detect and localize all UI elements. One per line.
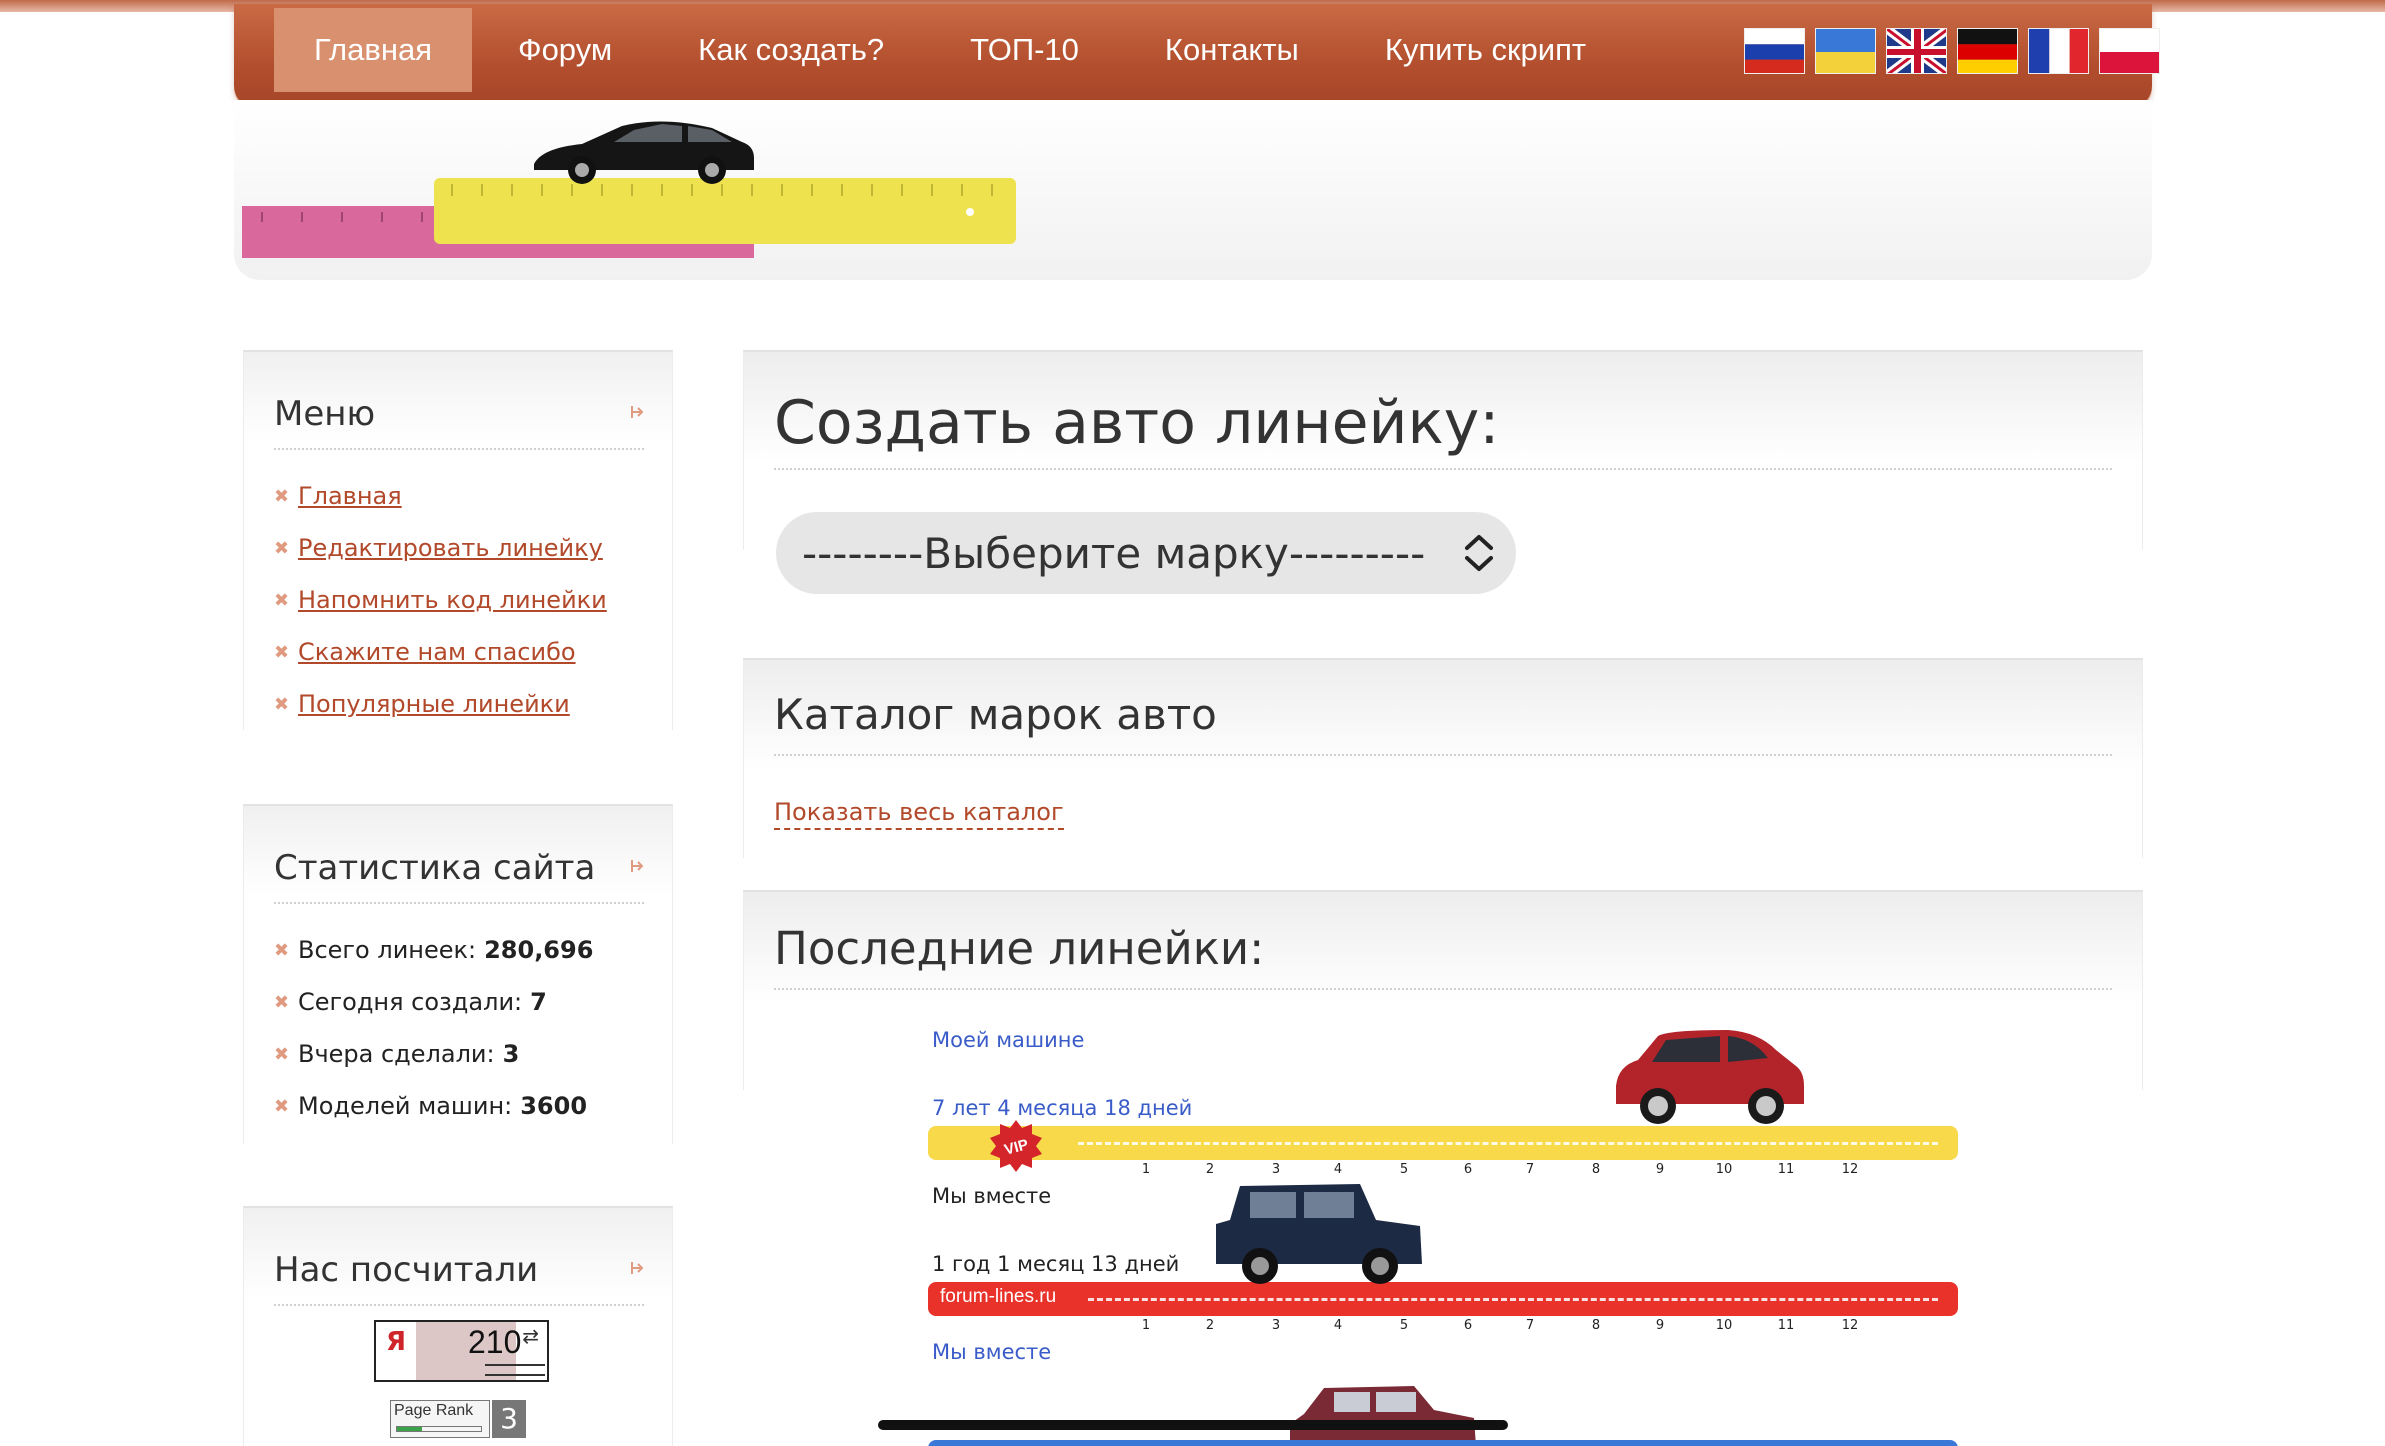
menu-item-popular: ✖ Популярные линейки xyxy=(274,678,607,730)
ruler-bar xyxy=(928,1440,1958,1446)
create-ruler-block: Создать авто линейку: --------Выберите м… xyxy=(743,350,2143,594)
ruler-entry[interactable]: Моей машине 7 лет 4 месяца 18 дней VIP 1… xyxy=(928,1028,1960,1188)
russia-flag-icon[interactable] xyxy=(1744,28,1805,74)
bullet-icon: ✖ xyxy=(274,485,290,507)
bullet-icon: ✖ xyxy=(274,939,290,961)
latest-title-divider xyxy=(774,988,2112,990)
stat-yesterday-value: 3 xyxy=(502,1040,520,1068)
dark-jeep-image xyxy=(1216,1184,1422,1284)
refresh-icon: ⇄ xyxy=(522,1324,539,1348)
red-suv-image xyxy=(1616,1030,1804,1124)
stats-list: ✖ Всего линеек: 280,696 ✖ Сегодня создали: 7… xyxy=(274,924,593,1132)
site-logo[interactable] xyxy=(242,108,1022,268)
corner-arrow-icon xyxy=(631,1262,644,1274)
menu-item-edit: ✖ Редактировать линейку xyxy=(274,522,607,574)
ukraine-flag-icon[interactable] xyxy=(1815,28,1876,74)
counters-title: Нас посчитали xyxy=(274,1250,539,1290)
yandex-logo: Я xyxy=(376,1322,416,1380)
menu-link-home[interactable]: Главная xyxy=(298,482,402,510)
ruler-time: 1 год 1 месяц 13 дней xyxy=(932,1252,1180,1276)
stat-total: ✖ Всего линеек: 280,696 xyxy=(274,936,594,964)
pagerank-meter xyxy=(396,1426,482,1432)
menu-item-home: ✖ Главная xyxy=(274,470,607,522)
ruler-name: Мы вместе xyxy=(932,1340,1052,1364)
bullet-icon: ✖ xyxy=(274,641,290,663)
yandex-counter-value: 210 xyxy=(468,1324,522,1360)
main-nav: Главная Форум Как создать? ТОП-10 Контак… xyxy=(234,4,2160,108)
nav-item-top10[interactable]: ТОП-10 xyxy=(930,8,1119,92)
ruler-bar: forum-lines.ru xyxy=(928,1282,1958,1316)
menu-link-say-thanks[interactable]: Скажите нам спасибо xyxy=(298,638,576,666)
nav-item-forum[interactable]: Форум xyxy=(478,8,652,92)
bullet-icon: ✖ xyxy=(274,1043,290,1065)
show-catalog-link[interactable]: Показать весь каталог xyxy=(774,798,1064,830)
catalog-title: Каталог марок авто xyxy=(774,690,1217,739)
home-indicator[interactable] xyxy=(878,1420,1508,1430)
menu-block: Меню ✖ Главная ✖ Редактировать линейку ✖ На… xyxy=(243,350,673,730)
nav-item-how-to[interactable]: Как создать? xyxy=(658,8,924,92)
create-title-divider xyxy=(774,468,2112,470)
ruler-time: 7 лет 4 месяца 18 дней xyxy=(932,1096,1193,1120)
menu-link-edit-ruler[interactable]: Редактировать линейку xyxy=(298,534,603,562)
bullet-icon: ✖ xyxy=(274,991,290,1013)
stat-today-value: 7 xyxy=(530,988,547,1016)
select-updown-icon xyxy=(1465,535,1493,571)
counter-lines xyxy=(485,1364,545,1376)
ruler-entry[interactable]: Мы вместе 1 год 1 месяц 13 дней forum-li… xyxy=(928,1184,1960,1344)
uk-flag-icon[interactable] xyxy=(1886,28,1947,74)
menu-title-divider xyxy=(274,448,644,450)
language-flags xyxy=(1744,28,2160,74)
corner-arrow-icon xyxy=(631,860,644,872)
stats-block: Статистика сайта ✖ Всего линеек: 280,696 ✖… xyxy=(243,804,673,1144)
menu-list: ✖ Главная ✖ Редактировать линейку ✖ Напомни… xyxy=(274,470,607,730)
bullet-icon: ✖ xyxy=(274,589,290,611)
ruler-name: Мы вместе xyxy=(932,1184,1052,1208)
menu-item-thanks: ✖ Скажите нам спасибо xyxy=(274,626,607,678)
yandex-counter[interactable]: Я 210 ⇄ xyxy=(374,1320,549,1382)
latest-title: Последние линейки: xyxy=(774,922,1265,975)
corner-arrow-icon xyxy=(631,406,644,418)
poland-flag-icon[interactable] xyxy=(2099,28,2160,74)
nav-item-home[interactable]: Главная xyxy=(274,8,472,92)
ruler-ticks: 1 2 3 4 5 6 7 8 9 10 11 12 xyxy=(1141,1318,1859,1333)
catalog-title-divider xyxy=(774,754,2112,756)
nav-item-buy-script[interactable]: Купить скрипт xyxy=(1345,8,1626,92)
bullet-icon: ✖ xyxy=(274,537,290,559)
stat-models-value: 3600 xyxy=(520,1092,588,1120)
bullet-icon: ✖ xyxy=(274,1095,290,1117)
stats-title: Статистика сайта xyxy=(274,848,596,888)
ruler-ticks: 1 2 3 4 5 6 7 8 9 10 11 12 xyxy=(1141,1162,1859,1177)
ruler-bar-text: forum-lines.ru xyxy=(940,1286,1057,1307)
stat-yesterday: ✖ Вчера сделали: 3 xyxy=(274,1040,520,1068)
ruler-name: Моей машине xyxy=(932,1028,1085,1052)
pagerank-value: 3 xyxy=(492,1400,526,1438)
pagerank-badge[interactable]: Page Rank 3 xyxy=(390,1400,526,1438)
counters-title-divider xyxy=(274,1304,644,1306)
brand-select[interactable]: --------Выберите марку--------- xyxy=(776,512,1516,594)
menu-link-remind-code[interactable]: Напомнить код линейки xyxy=(298,586,607,614)
create-ruler-title: Создать авто линейку: xyxy=(774,388,1500,458)
stat-models: ✖ Моделей машин: 3600 xyxy=(274,1092,588,1120)
maroon-car-image xyxy=(1290,1386,1476,1446)
pagerank-label: Page Rank xyxy=(394,1402,474,1419)
catalog-block: Каталог марок авто Показать весь каталог xyxy=(743,658,2143,858)
germany-flag-icon[interactable] xyxy=(1957,28,2018,74)
menu-link-popular[interactable]: Популярные линейки xyxy=(298,690,570,718)
stat-total-value: 280,696 xyxy=(484,936,594,964)
ruler-entry[interactable]: Мы вместе xyxy=(928,1340,1960,1446)
bullet-icon: ✖ xyxy=(274,693,290,715)
stats-title-divider xyxy=(274,902,644,904)
menu-item-remind: ✖ Напомнить код линейки xyxy=(274,574,607,626)
ruler-bar xyxy=(928,1126,1958,1160)
france-flag-icon[interactable] xyxy=(2028,28,2089,74)
nav-item-contacts[interactable]: Контакты xyxy=(1125,8,1339,92)
brand-select-value: --------Выберите марку--------- xyxy=(802,528,1426,578)
nav-items: Главная Форум Как создать? ТОП-10 Контак… xyxy=(274,8,1632,92)
stat-today: ✖ Сегодня создали: 7 xyxy=(274,988,547,1016)
menu-title: Меню xyxy=(274,394,376,434)
